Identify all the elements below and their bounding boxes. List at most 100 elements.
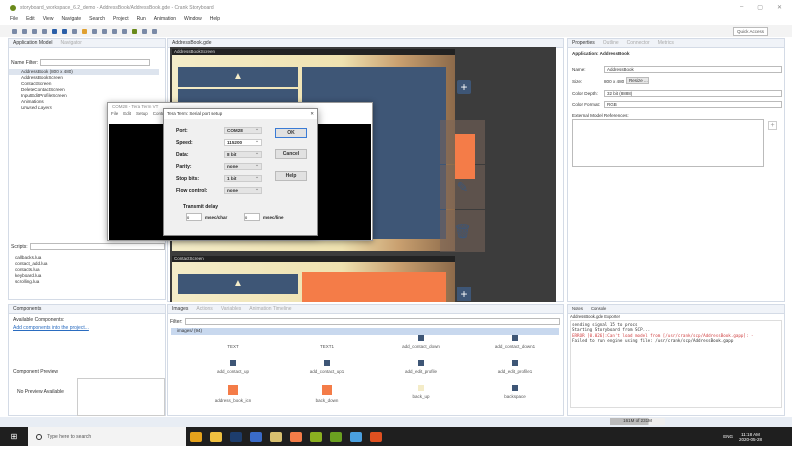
scripts-filter-input[interactable] [29, 243, 165, 250]
trash-icon[interactable]: 🗑 [440, 210, 485, 252]
menu-search[interactable]: Search [89, 16, 105, 22]
add-icon[interactable]: + [457, 80, 471, 94]
image-item[interactable]: TEXT1 [282, 335, 372, 349]
up-arrow-icon[interactable]: ▲ [178, 67, 298, 87]
images-filter-input[interactable] [184, 318, 560, 325]
redo-icon[interactable] [102, 28, 107, 34]
image-item[interactable]: add_contact_up [188, 360, 278, 374]
color-format-select[interactable]: RGB [604, 101, 782, 108]
resize-button[interactable]: Resize ... [626, 77, 649, 84]
tab-notes[interactable]: Notes [572, 306, 583, 312]
image-item[interactable]: add_edit_profile1 [470, 360, 560, 374]
tab-metrics[interactable]: Metrics [658, 40, 674, 46]
search-icon[interactable] [72, 28, 77, 34]
language-indicator[interactable]: ENG [723, 434, 733, 439]
line-delay-input[interactable] [244, 213, 260, 221]
tab-properties[interactable]: Properties [572, 40, 595, 46]
tab-components[interactable]: Components [13, 306, 41, 312]
align-icon[interactable] [122, 28, 127, 34]
image-item[interactable]: TEXT [188, 335, 278, 349]
image-item[interactable]: back_down [282, 385, 372, 403]
close-button[interactable]: ✕ [777, 4, 782, 11]
image-item[interactable]: back_up [376, 385, 466, 399]
ok-button[interactable]: OK [275, 128, 307, 138]
menu-file[interactable]: File [10, 16, 18, 22]
new-icon[interactable] [12, 28, 17, 34]
run-icon[interactable] [82, 28, 87, 34]
external-refs-list[interactable] [572, 119, 764, 167]
windows-start-icon[interactable]: ⊞ [0, 432, 28, 441]
tt-menu-edit[interactable]: Edit [123, 111, 131, 116]
tab-navigator[interactable]: Navigator [60, 40, 81, 46]
image-item[interactable]: add_contact_down [376, 335, 466, 349]
menu-view[interactable]: View [43, 16, 54, 22]
heap-status[interactable]: 161M of 231M [610, 418, 665, 425]
tab-connector[interactable]: Connector [627, 40, 650, 46]
tt-menu-setup[interactable]: Setup [136, 111, 148, 116]
menu-run[interactable]: Run [137, 16, 146, 22]
menu-navigate[interactable]: Navigate [61, 16, 81, 22]
storyboard-icon[interactable] [310, 431, 322, 442]
clock-time[interactable]: 11:18 AM [739, 432, 762, 437]
image-item[interactable]: backspace [470, 385, 560, 399]
port-select[interactable]: COM28 [224, 126, 262, 134]
image-item[interactable]: add_edit_profile [376, 360, 466, 374]
file-explorer-icon[interactable] [210, 431, 222, 442]
script-item[interactable]: scrolling.lua [3, 279, 47, 285]
contact-screen[interactable]: ▲ [172, 262, 455, 302]
app-icon[interactable] [250, 431, 262, 442]
data-select[interactable]: 8 bit [224, 150, 262, 158]
save-icon[interactable] [22, 28, 27, 34]
quick-access-field[interactable]: Quick Access [732, 27, 768, 36]
tt-menu-file[interactable]: File [111, 111, 118, 116]
menu-window[interactable]: Window [184, 16, 202, 22]
tab-addressbook-gde[interactable]: AddressBook.gde [172, 40, 211, 46]
image-item[interactable]: address_book_icn [188, 385, 278, 403]
add-reference-button[interactable]: + [768, 121, 777, 130]
add-icon[interactable]: + [457, 287, 471, 301]
console-output[interactable]: sending signal 15 to procs Starting Stor… [570, 319, 782, 408]
zoom-in-icon[interactable] [142, 28, 147, 34]
image-item[interactable]: add_contact_up1 [282, 360, 372, 374]
print-icon[interactable] [112, 28, 117, 34]
storyboard-icon[interactable] [132, 28, 137, 34]
flow-control-select[interactable]: none [224, 186, 262, 194]
speed-select[interactable]: 115200 [224, 138, 262, 146]
undo-icon[interactable] [92, 28, 97, 34]
image-item[interactable]: add_contact_down1 [470, 335, 560, 349]
name-input[interactable]: AddressBook [604, 66, 782, 73]
char-delay-input[interactable] [186, 213, 202, 221]
photoshop-icon[interactable] [230, 431, 242, 442]
control-icon[interactable] [62, 28, 67, 34]
tab-actions[interactable]: Actions [196, 306, 212, 312]
add-components-link[interactable]: Add components into the project... [13, 325, 89, 331]
maximize-button[interactable]: ▢ [757, 4, 763, 11]
tab-images[interactable]: Images [172, 306, 188, 312]
app2-icon[interactable] [330, 431, 342, 442]
tab-animation-timeline[interactable]: Animation Timeline [249, 306, 291, 312]
clock-date[interactable]: 2020-05-28 [739, 437, 762, 442]
crank-icon[interactable] [290, 431, 302, 442]
layer-icon[interactable] [52, 28, 57, 34]
name-filter-input[interactable] [40, 59, 151, 66]
dialog-close-button[interactable]: ✕ [310, 111, 314, 117]
taskbar-search[interactable]: Type here to search [28, 427, 186, 446]
color-depth-select[interactable]: 32 bit (8888) [604, 90, 782, 97]
menu-project[interactable]: Project [113, 16, 129, 22]
app4-icon[interactable] [370, 431, 382, 442]
zoom-out-icon[interactable] [152, 28, 157, 34]
tab-variables[interactable]: Variables [221, 306, 241, 312]
menu-help[interactable]: Help [210, 16, 220, 22]
teraterm-icon[interactable] [270, 431, 282, 442]
images-folder[interactable]: images/ (94) [171, 328, 559, 335]
stop-bits-select[interactable]: 1 bit [224, 174, 262, 182]
help-button[interactable]: Help [275, 171, 307, 181]
tab-console[interactable]: Console [591, 306, 606, 312]
tab-application-model[interactable]: Application Model [13, 40, 52, 46]
minimize-button[interactable]: – [740, 4, 743, 11]
menu-animation[interactable]: Animation [154, 16, 176, 22]
parity-select[interactable]: none [224, 162, 262, 170]
app3-icon[interactable] [350, 431, 362, 442]
up-arrow-icon[interactable]: ▲ [178, 274, 298, 294]
device2-icon[interactable] [42, 28, 47, 34]
